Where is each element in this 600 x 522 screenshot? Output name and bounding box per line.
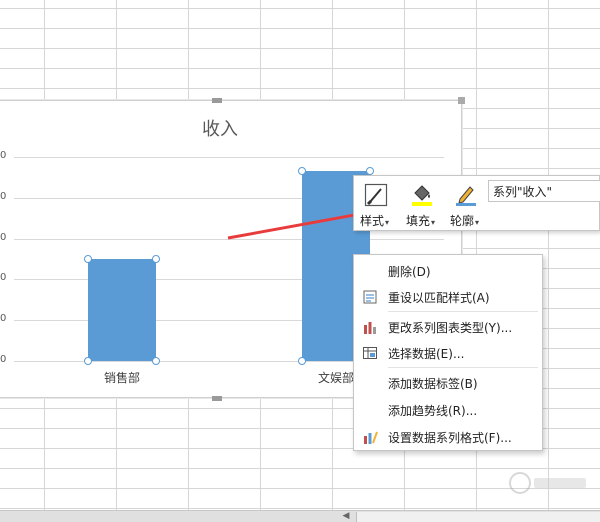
- fill-bucket-icon: [412, 185, 432, 206]
- y-tick-label: 0: [0, 231, 7, 243]
- menu-item-label: 重设以匹配样式(A): [388, 291, 490, 305]
- fill-caret-icon: ▾: [431, 218, 436, 227]
- outline-pencil-icon: [456, 186, 476, 206]
- selection-handle[interactable]: [152, 255, 160, 263]
- menu-separator: [388, 311, 538, 312]
- format-series-icon: [364, 431, 378, 444]
- menu-item-add-trendline[interactable]: 添加趋势线(R)...: [354, 397, 542, 423]
- style-brush-icon: [364, 183, 388, 207]
- horizontal-scrollbar[interactable]: [356, 512, 600, 522]
- menu-item-label: 选择数据(E)...: [388, 347, 465, 361]
- menu-item-label: 设置数据系列格式(F)...: [388, 431, 512, 445]
- gridline: [14, 238, 444, 240]
- fill-button[interactable]: 填充▾: [402, 180, 446, 228]
- outline-button[interactable]: 轮廓▾: [446, 180, 490, 228]
- bar-0[interactable]: [88, 259, 156, 361]
- selection-handle[interactable]: [84, 357, 92, 365]
- y-tick-label: 0: [0, 150, 7, 161]
- menu-item-label: 添加趋势线(R)...: [388, 404, 478, 418]
- outline-label: 轮廓: [450, 214, 475, 228]
- chart-mini-toolbar: 样式▾ 填充▾ 轮廓▾ 系列"收入": [353, 175, 600, 231]
- y-tick-label: 0: [0, 313, 7, 325]
- gridline: [14, 157, 444, 158]
- menu-separator: [388, 367, 538, 368]
- selection-handle[interactable]: [152, 357, 160, 365]
- menu-item-add-data-labels[interactable]: 添加数据标签(B): [354, 370, 542, 396]
- y-tick-label: 0: [0, 272, 7, 284]
- y-tick-label: 0: [0, 354, 7, 365]
- series-selector[interactable]: 系列"收入": [488, 180, 600, 202]
- selection-handle[interactable]: [84, 255, 92, 263]
- menu-item-label: 更改系列图表类型(Y)...: [388, 321, 513, 335]
- menu-item-label: 删除(D): [388, 265, 431, 279]
- watermark-logo: [509, 472, 586, 494]
- y-tick-label: 0: [0, 190, 7, 202]
- menu-item-reset-style[interactable]: 重设以匹配样式(A): [354, 284, 542, 310]
- outline-caret-icon: ▾: [475, 218, 480, 227]
- menu-item-change-chart-type[interactable]: 更改系列图表类型(Y)...: [354, 314, 542, 340]
- selection-handle[interactable]: [298, 357, 306, 365]
- chart-type-icon: [364, 322, 376, 334]
- fill-label: 填充: [406, 214, 431, 228]
- style-caret-icon: ▾: [385, 218, 390, 227]
- style-button[interactable]: 样式▾: [356, 180, 400, 228]
- style-label: 样式: [360, 214, 385, 228]
- reset-style-icon: [363, 290, 377, 304]
- x-category-label: 文娱部: [318, 371, 355, 385]
- scroll-left-icon[interactable]: ◀: [340, 511, 352, 522]
- menu-item-format-series[interactable]: 设置数据系列格式(F)...: [354, 424, 542, 450]
- menu-item-label: 添加数据标签(B): [388, 377, 478, 391]
- select-data-icon: [363, 347, 377, 359]
- x-category-label: 销售部: [104, 371, 141, 385]
- context-menu: 删除(D) 重设以匹配样式(A) 更改系列图表类型(Y)... 选择数据(E).…: [353, 254, 543, 451]
- menu-item-select-data[interactable]: 选择数据(E)...: [354, 340, 542, 366]
- menu-item-delete[interactable]: 删除(D): [354, 258, 542, 284]
